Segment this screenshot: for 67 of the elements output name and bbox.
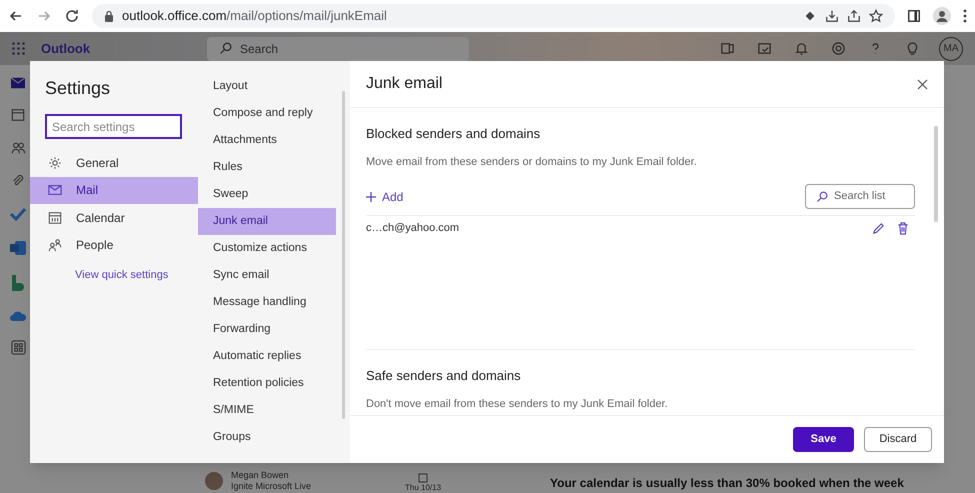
share-icon[interactable] [847,9,861,23]
settings-page-item[interactable]: S/MIME [198,397,336,424]
settings-page-item[interactable]: Sweep [198,181,336,208]
section-heading: Blocked senders and domains [366,125,542,143]
address-bar[interactable]: outlook.office.com/mail/options/mail/junkEmail [92,4,895,28]
search-icon [219,42,232,55]
message-subject: Ignite Microsoft Live [231,481,312,492]
section-heading: Safe senders and domains [366,367,522,385]
url-text: outlook.office.com/mail/options/mail/junkEmail [122,7,387,26]
app-launcher-icon[interactable] [12,42,25,55]
section-description: Don't move email from these senders to my Junk Email folder. [366,396,669,412]
settings-page-item[interactable]: Automatic replies [198,343,336,370]
mail-icon[interactable] [11,77,25,89]
section-description: Move email from these senders or domains to my Junk Email folder. [366,154,698,170]
category-item[interactable]: Mail [30,176,198,204]
category-item[interactable]: People [30,232,198,259]
bell-icon[interactable] [794,41,809,56]
settings-icon[interactable] [831,41,846,56]
search-list-field[interactable]: Search list [805,184,915,209]
settings-page-item[interactable]: Forwarding [198,316,336,343]
people-icon [48,238,62,252]
delete-icon[interactable] [897,222,909,235]
discard-button[interactable]: Discard [864,427,932,452]
paperclip-icon[interactable] [11,174,25,188]
mail-icon [48,184,62,196]
search-settings-field[interactable]: Search settings [45,114,182,139]
settings-page-item[interactable]: Customize actions [198,235,336,262]
reload-icon[interactable] [64,8,80,24]
lock-icon [104,10,114,22]
settings-page-item[interactable]: Compose and reply [198,100,336,127]
close-icon[interactable] [917,78,928,90]
category-item[interactable]: General [30,149,198,176]
settings-page-item[interactable]: Groups [198,424,336,451]
dialog-title: Settings [44,77,112,100]
search-field[interactable]: Search [207,36,469,60]
quick-settings-link[interactable]: View quick settings [30,267,198,284]
plus-icon [366,192,376,202]
bulb-icon[interactable] [905,41,920,56]
profile-icon[interactable] [933,7,951,25]
edit-icon[interactable] [872,222,885,235]
cloud-icon[interactable] [10,310,26,321]
category-item[interactable]: Calendar [30,204,198,232]
gear-icon [48,156,62,170]
sender-name: Megan Bowen [231,470,290,481]
blocked-address: c…ch@yahoo.com [366,221,460,236]
download-icon[interactable] [825,9,839,23]
star-icon[interactable] [869,9,883,23]
checkmark-icon[interactable] [10,207,26,221]
avatar-placeholder [205,472,223,490]
settings-page-item[interactable]: Junk email [198,208,336,235]
sidebar-icon[interactable] [907,9,921,23]
save-button[interactable]: Save [793,427,854,452]
settings-page-item[interactable]: Retention policies [198,370,336,397]
more-icon[interactable] [963,9,967,23]
search-icon [816,190,828,202]
add-button[interactable]: Add [366,188,404,206]
message-date: Thu 10/13 [405,483,442,493]
people-icon[interactable] [10,141,26,155]
apps-icon[interactable] [10,340,26,355]
settings-page-item[interactable]: Sync email [198,262,336,289]
app-name: Outlook [41,40,92,58]
settings-page-item[interactable]: Rules [198,154,336,181]
calendar-insight: Your calendar is usually less than 30% booked when the week [550,476,904,491]
settings-page-item[interactable]: Layout [198,73,336,100]
settings-page-item[interactable]: Attachments [198,127,336,154]
panel-title: Junk email [366,74,442,94]
settings-page-item[interactable]: Message handling [198,289,336,316]
